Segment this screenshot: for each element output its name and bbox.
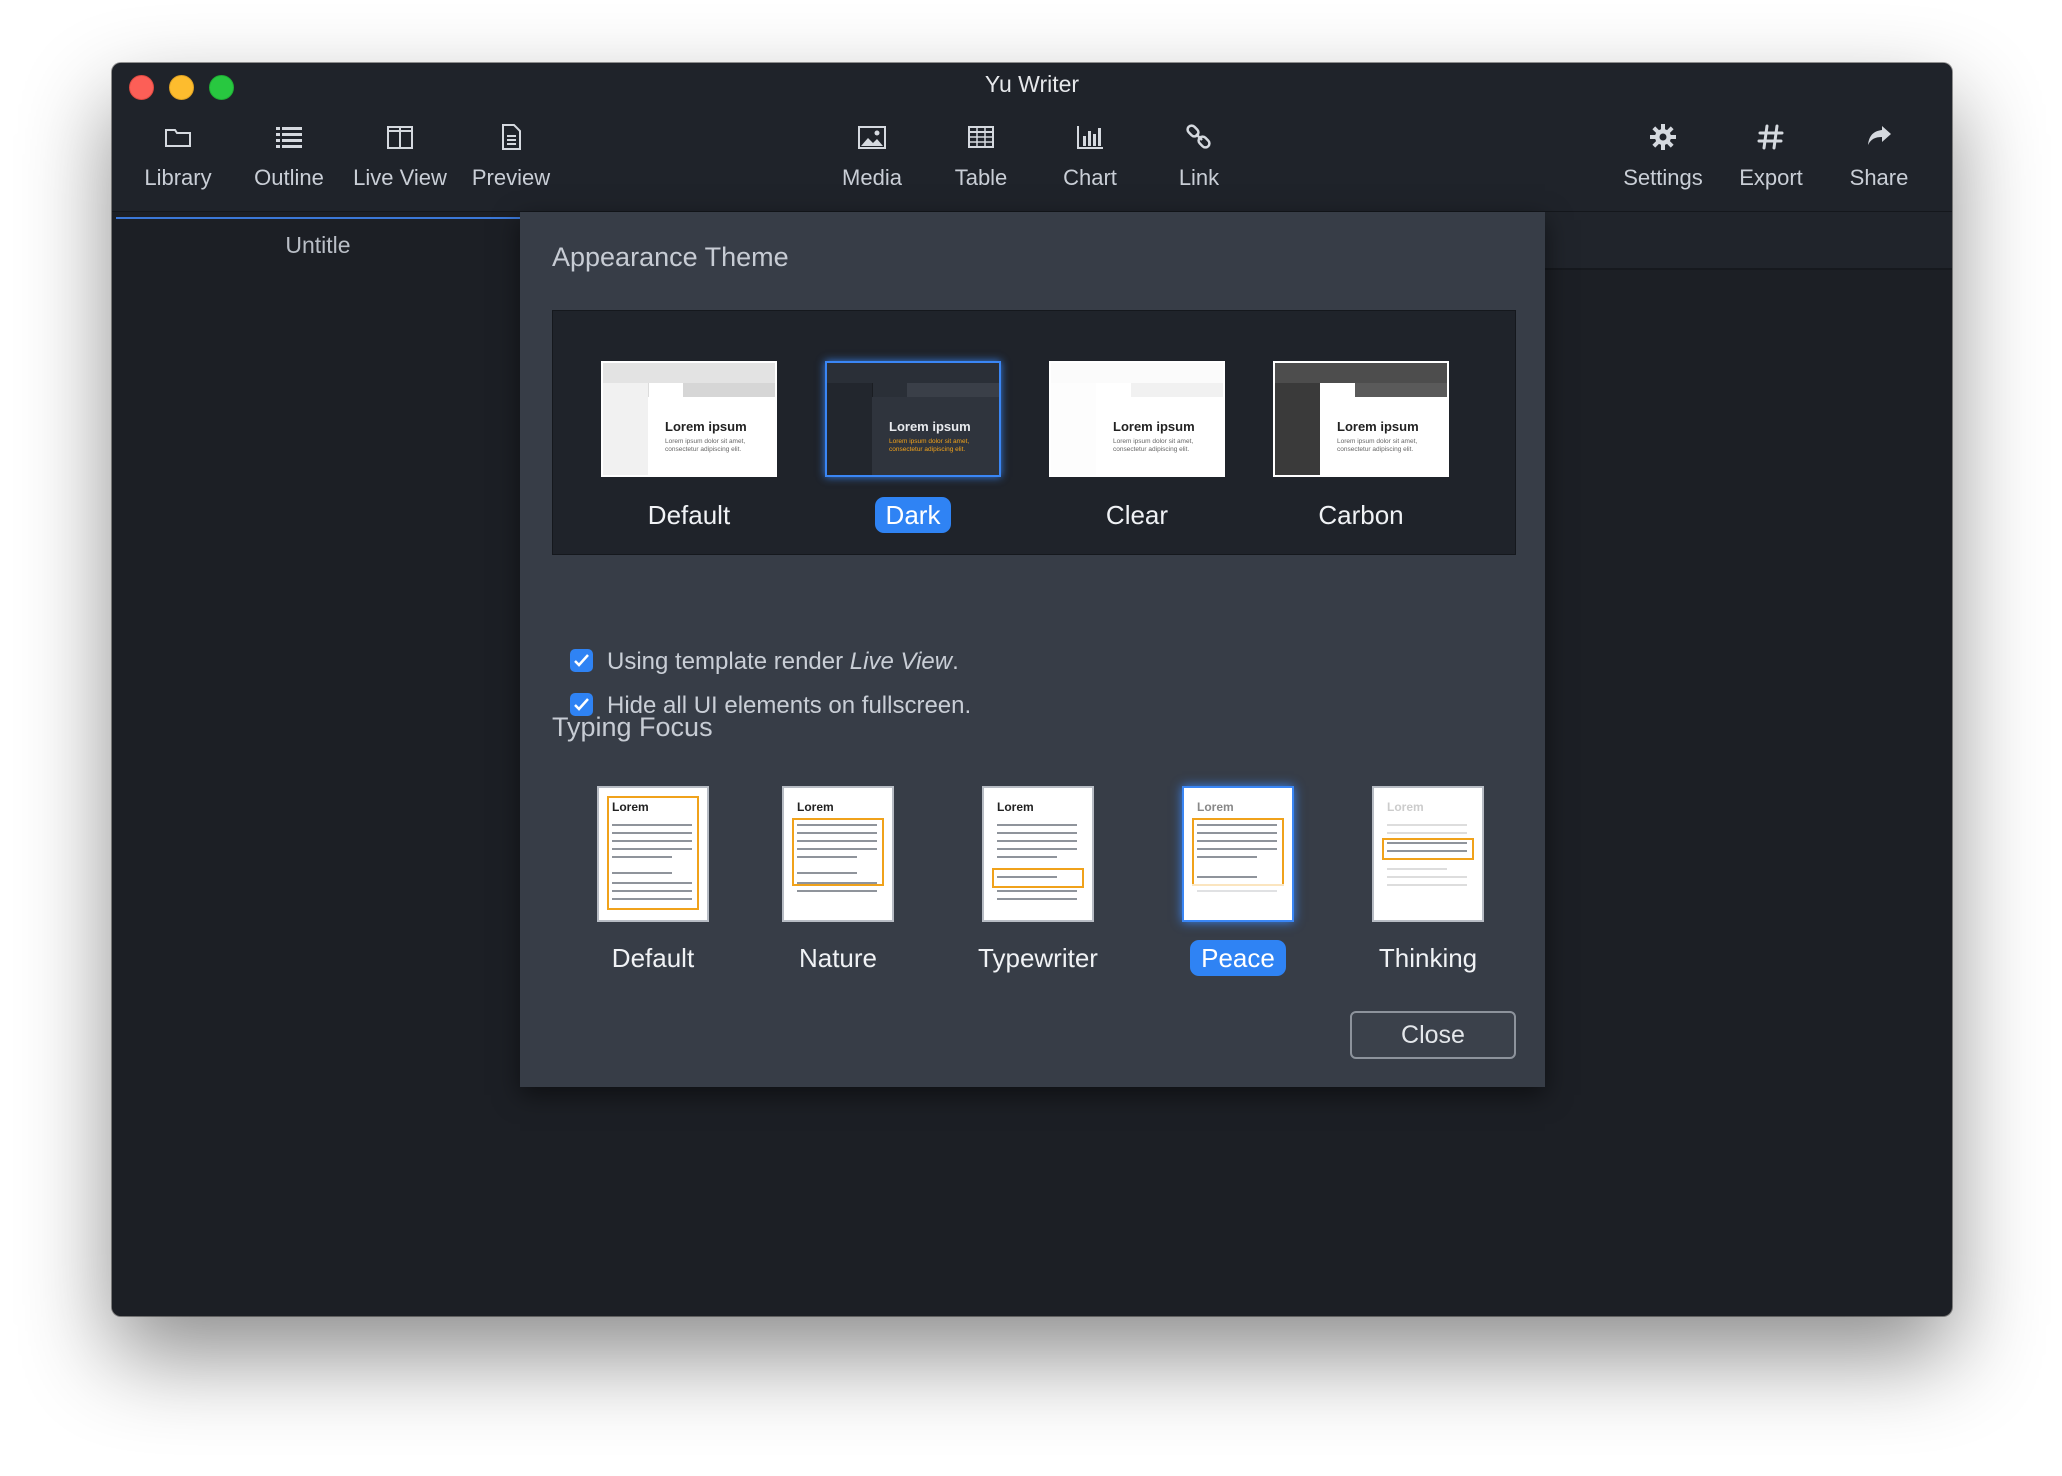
media-button[interactable]: Media xyxy=(817,117,927,207)
checkmark-icon xyxy=(574,654,589,667)
document-icon xyxy=(491,117,531,157)
table-icon xyxy=(961,117,1001,157)
live-view-button[interactable]: Live View xyxy=(345,117,455,207)
sidebar: Untitle xyxy=(112,212,520,1316)
share-button[interactable]: Share xyxy=(1824,117,1934,207)
theme-option-default[interactable]: Lorem ipsum Lorem ipsum dolor sit amet, … xyxy=(601,361,777,533)
focus-option-thinking[interactable]: Lorem Thinking xyxy=(1353,786,1503,976)
close-button[interactable]: Close xyxy=(1350,1011,1516,1059)
theme-label-clear: Clear xyxy=(1105,500,1169,530)
focus-label-default: Default xyxy=(611,943,695,973)
focus-preview-default: Lorem xyxy=(597,786,709,922)
focus-label-peace: Peace xyxy=(1190,940,1286,976)
chart-icon xyxy=(1070,117,1110,157)
settings-label: Settings xyxy=(1623,165,1703,190)
export-button[interactable]: Export xyxy=(1716,117,1826,207)
outline-label: Outline xyxy=(254,165,324,190)
theme-label-dark: Dark xyxy=(874,497,952,533)
share-icon xyxy=(1859,117,1899,157)
live-view-template-text: Using template render xyxy=(607,648,850,675)
theme-preview-dark: Lorem ipsum Lorem ipsum dolor sit amet, … xyxy=(825,361,1001,477)
link-button[interactable]: Link xyxy=(1144,117,1254,207)
library-button[interactable]: Library xyxy=(123,117,233,207)
document-tab[interactable]: Untitle xyxy=(116,217,520,271)
theme-picker: Lorem ipsum Lorem ipsum dolor sit amet, … xyxy=(552,310,1516,555)
appearance-dialog: Appearance Theme Lorem ipsum Lorem ipsum… xyxy=(520,212,1545,1087)
focus-preview-typewriter: Lorem xyxy=(982,786,1094,922)
preview-label: Preview xyxy=(471,165,551,190)
folder-icon xyxy=(158,117,198,157)
theme-option-dark[interactable]: Lorem ipsum Lorem ipsum dolor sit amet, … xyxy=(825,361,1001,533)
appearance-theme-heading: Appearance Theme xyxy=(552,242,789,272)
live-view-template-suffix: . xyxy=(952,648,959,675)
preview-button[interactable]: Preview xyxy=(456,117,566,207)
app-window: Yu Writer Library Outline Live View Prev… xyxy=(112,63,1952,1316)
chart-label: Chart xyxy=(1063,165,1117,190)
columns-icon xyxy=(380,117,420,157)
theme-label-carbon: Carbon xyxy=(1318,500,1404,530)
theme-preview-default: Lorem ipsum Lorem ipsum dolor sit amet, … xyxy=(601,361,777,477)
table-label: Table xyxy=(954,165,1008,190)
chart-button[interactable]: Chart xyxy=(1035,117,1145,207)
live-view-template-checkbox[interactable] xyxy=(570,649,593,673)
theme-label-default: Default xyxy=(647,500,731,530)
theme-preview-carbon: Lorem ipsum Lorem ipsum dolor sit amet, … xyxy=(1273,361,1449,477)
image-icon xyxy=(852,117,892,157)
link-icon xyxy=(1179,117,1219,157)
theme-option-clear[interactable]: Lorem ipsum Lorem ipsum dolor sit amet, … xyxy=(1049,361,1225,533)
library-label: Library xyxy=(144,165,212,190)
share-label: Share xyxy=(1849,165,1909,190)
theme-preview-clear: Lorem ipsum Lorem ipsum dolor sit amet, … xyxy=(1049,361,1225,477)
window-title: Yu Writer xyxy=(984,71,1080,97)
editor-header xyxy=(1545,212,1952,270)
focus-option-default[interactable]: Lorem Default xyxy=(578,786,728,976)
live-view-label: Live View xyxy=(353,165,447,190)
focus-preview-nature: Lorem xyxy=(782,786,894,922)
gear-icon xyxy=(1643,117,1683,157)
focus-preview-thinking: Lorem xyxy=(1372,786,1484,922)
focus-option-nature[interactable]: Lorem Nature xyxy=(763,786,913,976)
media-label: Media xyxy=(842,165,902,190)
focus-label-thinking: Thinking xyxy=(1378,943,1478,973)
table-button[interactable]: Table xyxy=(926,117,1036,207)
toolbar: Yu Writer Library Outline Live View Prev… xyxy=(112,63,1952,212)
theme-option-carbon[interactable]: Lorem ipsum Lorem ipsum dolor sit amet, … xyxy=(1273,361,1449,533)
focus-option-peace[interactable]: Lorem Peace xyxy=(1163,786,1313,976)
focus-preview-peace: Lorem xyxy=(1182,786,1294,922)
focus-option-typewriter[interactable]: Lorem Typewriter xyxy=(963,786,1113,976)
list-icon xyxy=(269,117,309,157)
typing-focus-heading: Typing Focus xyxy=(552,712,713,742)
settings-button[interactable]: Settings xyxy=(1608,117,1718,207)
outline-button[interactable]: Outline xyxy=(234,117,344,207)
focus-label-typewriter: Typewriter xyxy=(978,943,1098,973)
live-view-template-option[interactable]: Using template render Live View. xyxy=(570,648,959,678)
focus-label-nature: Nature xyxy=(798,943,878,973)
live-view-template-italic: Live View xyxy=(849,648,953,675)
link-label: Link xyxy=(1178,165,1220,190)
export-label: Export xyxy=(1739,165,1803,190)
hash-icon xyxy=(1751,117,1791,157)
